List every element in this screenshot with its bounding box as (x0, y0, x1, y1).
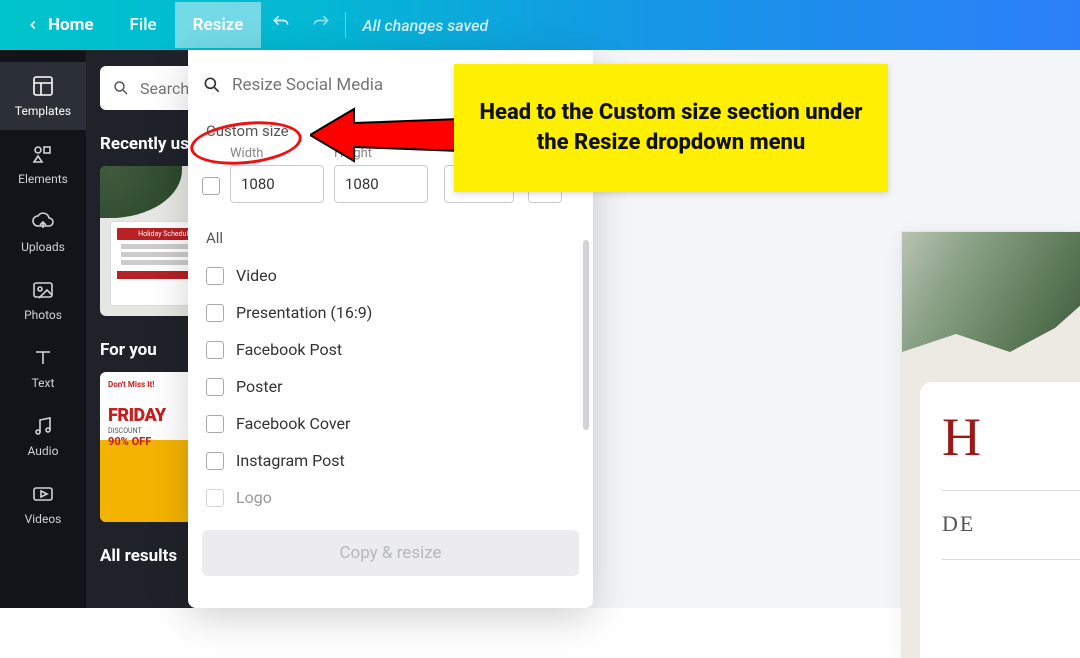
width-input[interactable]: 1080 (230, 165, 324, 203)
checkbox[interactable] (206, 341, 224, 359)
annotation-callout: Head to the Custom size section under th… (454, 64, 888, 192)
copy-and-resize-button[interactable]: Copy & resize (202, 530, 579, 576)
option-label: Instagram Post (236, 451, 345, 470)
resize-option[interactable]: Facebook Post (202, 331, 579, 368)
home-label: Home (48, 15, 94, 35)
top-menu-bar: Home File Resize All changes saved (0, 0, 1080, 50)
resize-option[interactable]: Poster (202, 368, 579, 405)
audio-icon (31, 414, 55, 438)
all-section-label: All (206, 229, 579, 247)
resize-option[interactable]: Video (202, 257, 579, 294)
text-icon (31, 346, 55, 370)
width-label: Width (230, 146, 324, 161)
resize-option[interactable]: Presentation (16:9) (202, 294, 579, 331)
option-label: Presentation (16:9) (236, 303, 372, 322)
videos-icon (31, 482, 55, 506)
uploads-icon (31, 210, 55, 234)
page-divider (942, 559, 1080, 560)
option-label: Video (236, 266, 277, 285)
design-page[interactable]: H DE (902, 232, 1080, 658)
chevron-left-icon (26, 18, 40, 32)
rail-templates-label: Templates (15, 104, 71, 118)
bf-friday: FRIDAY (108, 405, 166, 426)
height-label: Height (334, 146, 428, 161)
option-label: Facebook Cover (236, 414, 350, 433)
resize-option[interactable]: Instagram Post (202, 442, 579, 479)
width-value: 1080 (241, 175, 275, 193)
option-label: Poster (236, 377, 283, 396)
rail-text-label: Text (32, 376, 55, 390)
rail-videos-label: Videos (25, 512, 62, 526)
rail-elements-label: Elements (18, 172, 68, 186)
rail-templates[interactable]: Templates (0, 62, 86, 130)
rail-uploads-label: Uploads (21, 240, 65, 254)
checkbox[interactable] (206, 304, 224, 322)
separator (345, 12, 346, 38)
rail-photos-label: Photos (24, 308, 62, 322)
resize-option[interactable]: Facebook Cover (202, 405, 579, 442)
checkbox[interactable] (206, 452, 224, 470)
rail-text[interactable]: Text (0, 334, 86, 402)
save-status: All changes saved (362, 16, 488, 35)
redo-icon (311, 13, 331, 33)
resize-nav[interactable]: Resize (175, 2, 262, 48)
page-row-glyph: DE (942, 511, 1080, 537)
page-heading-glyph: H (942, 406, 1080, 468)
rail-audio[interactable]: Audio (0, 402, 86, 470)
rail-elements[interactable]: Elements (0, 130, 86, 198)
checkbox[interactable] (206, 415, 224, 433)
templates-icon (31, 74, 55, 98)
resize-option[interactable]: Logo (202, 479, 579, 516)
height-value: 1080 (345, 175, 379, 193)
dropdown-scrollbar[interactable] (583, 240, 589, 540)
undo-icon (271, 13, 291, 33)
height-input[interactable]: 1080 (334, 165, 428, 203)
option-label: Facebook Post (236, 340, 342, 359)
elements-icon (31, 142, 55, 166)
rail-audio-label: Audio (28, 444, 59, 458)
page-pine-bg (902, 232, 1080, 352)
rail-uploads[interactable]: Uploads (0, 198, 86, 266)
undo-button[interactable] (261, 13, 301, 38)
rail-photos[interactable]: Photos (0, 266, 86, 334)
custom-size-checkbox[interactable] (202, 177, 220, 195)
photos-icon (31, 278, 55, 302)
checkbox[interactable] (206, 378, 224, 396)
page-divider (942, 490, 1080, 491)
checkbox[interactable] (206, 489, 224, 507)
file-nav[interactable]: File (112, 2, 175, 48)
search-icon (202, 75, 222, 95)
pine-decor (100, 166, 182, 218)
option-label: Logo (236, 488, 272, 507)
search-icon (112, 79, 130, 97)
checkbox[interactable] (206, 267, 224, 285)
rail-videos[interactable]: Videos (0, 470, 86, 538)
redo-button[interactable] (301, 13, 341, 38)
left-rail: Templates Elements Uploads Photos Text A… (0, 50, 86, 608)
home-nav[interactable]: Home (8, 2, 112, 48)
